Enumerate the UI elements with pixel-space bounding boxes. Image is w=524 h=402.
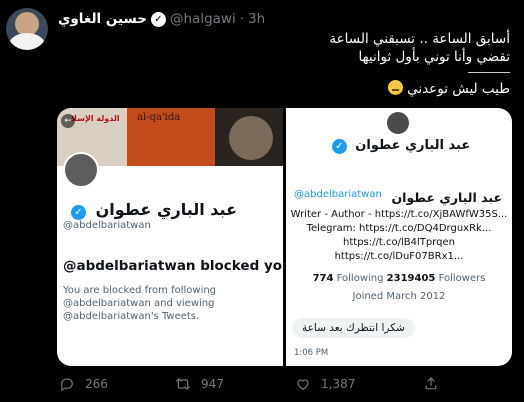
heart-icon (297, 379, 309, 391)
text-divider (468, 72, 510, 73)
dm-card-bio: Writer - Author - https://t.co/XjBAWfW35… (286, 208, 512, 264)
tweet-text-line-2: تقضي وأنا توني بأول ثوانيها (358, 49, 510, 65)
tweet-media[interactable]: الدولة الإسلا al-qa'ida ← عبد الباري عطو… (57, 108, 512, 366)
header-separator: · (239, 11, 244, 27)
author-name[interactable]: حسين الغاوي (58, 11, 147, 27)
dm-card-joined: Joined March 2012 (352, 291, 446, 302)
following-label: Following (336, 273, 384, 284)
reply-count: 266 (85, 377, 108, 391)
tweet-text: أسابق الساعة .. تسبقني الساعة تقضي وأنا … (70, 30, 510, 66)
tweet-text-line-1: أسابق الساعة .. تسبقني الساعة (329, 31, 510, 47)
retweet-count: 947 (201, 377, 224, 391)
following-count: 774 (312, 273, 334, 284)
banner-text-1: الدولة الإسلا (71, 114, 120, 123)
banner-book-2: al-qa'ida (127, 108, 215, 166)
blocked-description: You are blocked from following @abdelbar… (63, 285, 217, 322)
dm-card-stats: 774 Following 2319405 Followers (286, 273, 512, 284)
reply-button[interactable]: 266 (59, 376, 108, 392)
media-image-left[interactable]: الدولة الإسلا al-qa'ida ← عبد الباري عطو… (57, 108, 292, 366)
followers-label: Followers (438, 273, 486, 284)
verified-badge-icon: ✓ (150, 11, 166, 27)
dm-avatar (387, 112, 409, 134)
profile-avatar (63, 152, 99, 188)
avatar-clothing (9, 33, 45, 50)
media-image-right[interactable]: عبد الباري عطوان ✓ @abdelbariatwan عبد ا… (286, 108, 512, 366)
like-button[interactable]: 1,387 (295, 376, 355, 392)
author-handle[interactable]: @halgawi (170, 11, 236, 27)
followers-count: 2319405 (386, 273, 436, 284)
back-arrow-icon: ← (61, 114, 75, 128)
reply-icon (61, 378, 73, 392)
banner-text-2: al-qa'ida (137, 112, 181, 123)
dm-header-name-text: عبد الباري عطوان (355, 138, 471, 153)
pensive-face-emoji-icon (387, 80, 403, 95)
bio-line-4: https://t.co/lDuF07BRx1... (334, 251, 464, 262)
tweet-text-line-3-wrap: طيب ليش توعدني (387, 80, 510, 97)
dm-card-name: عبد الباري عطوان (391, 190, 503, 205)
share-icon (425, 377, 437, 390)
left-profile-name-text: عبد الباري عطوان (95, 200, 237, 219)
dm-header-name: عبد الباري عطوان ✓ (286, 138, 512, 154)
bio-line-1: Writer - Author - https://t.co/XjBAWfW35… (290, 209, 508, 220)
left-profile-handle: @abdelbariatwan (63, 220, 151, 231)
banner-portrait (215, 108, 283, 166)
retweet-button[interactable]: 947 (175, 376, 224, 392)
dm-verified-badge-icon: ✓ (331, 139, 347, 154)
author-avatar[interactable] (6, 8, 48, 50)
blocked-title: @abdelbariatwan blocked you (63, 258, 292, 274)
dm-message-time: 1:06 PM (294, 348, 329, 358)
bio-line-2: Telegram: https://t.co/DQ4DrguxRk... (306, 223, 492, 234)
tweet-timestamp[interactable]: 3h (248, 11, 265, 27)
left-profile-name: عبد الباري عطوان ✓ (67, 200, 237, 220)
tweet-actions: 266 947 1,387 (57, 376, 512, 396)
left-verified-badge-icon: ✓ (70, 205, 86, 220)
dm-message-bubble: شكرا انتظرك بعد ساعة (292, 318, 415, 338)
retweet-icon (175, 378, 191, 390)
tweet-text-line-3: طيب ليش توعدني (407, 81, 510, 97)
like-count: 1,387 (321, 377, 356, 391)
bio-line-3: https://t.co/lB4lTprqen (343, 237, 455, 248)
tweet-header: حسين الغاوي ✓ @halgawi · 3h (58, 10, 265, 28)
banner-face (229, 116, 273, 160)
share-button[interactable] (423, 376, 449, 392)
